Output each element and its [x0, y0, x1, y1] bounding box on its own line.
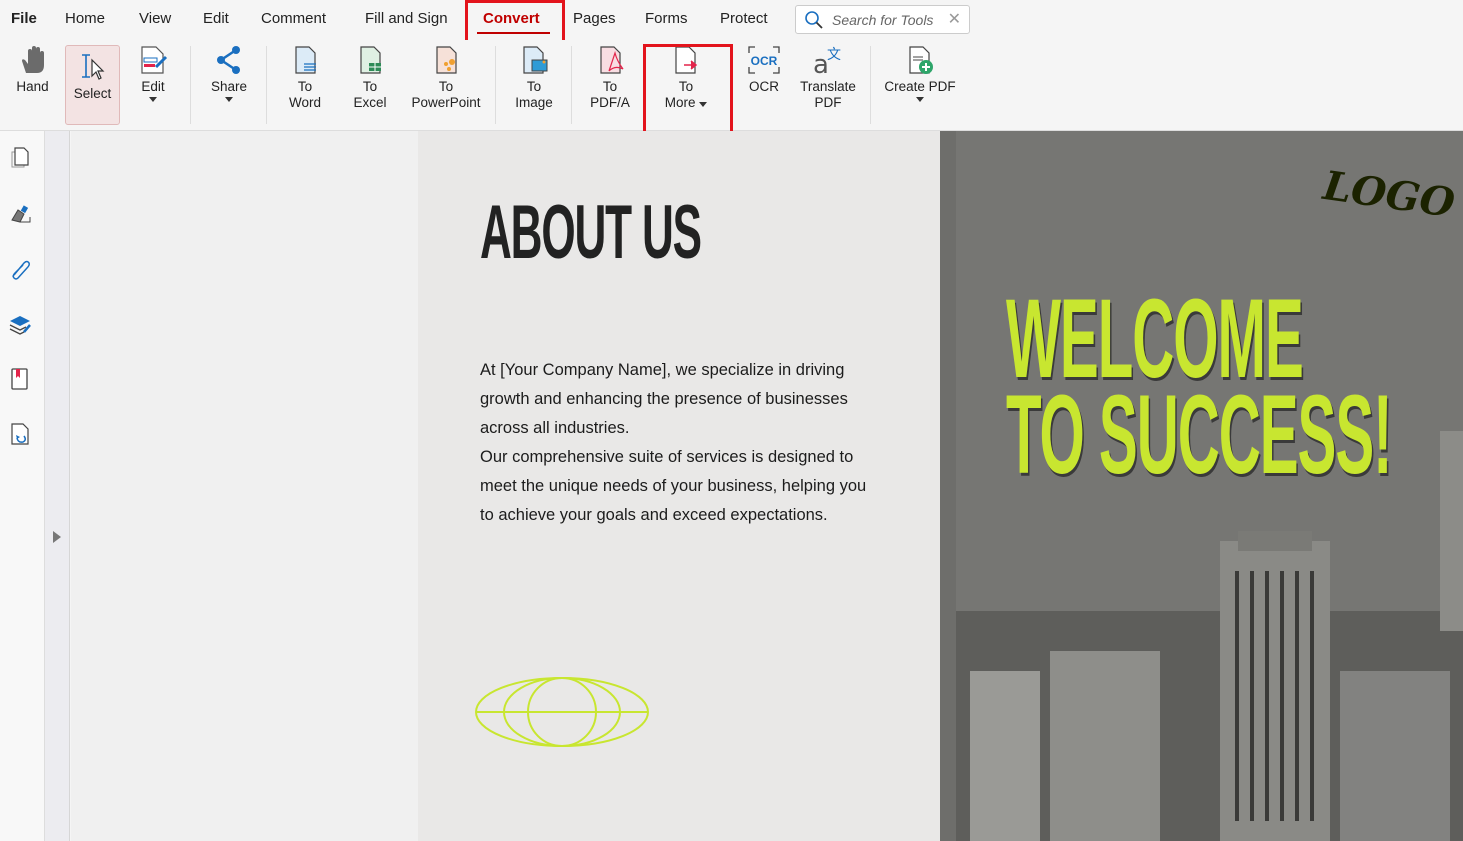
- ocr-button[interactable]: OCR OCR: [745, 45, 783, 95]
- to-word-label-1: To: [297, 79, 313, 94]
- image-doc-icon: [523, 46, 548, 74]
- create-pdf-dropdown-caret[interactable]: [916, 97, 924, 102]
- search-placeholder: Search for Tools: [832, 12, 934, 28]
- to-image-button[interactable]: To Image: [513, 45, 555, 111]
- to-excel-label-2: Excel: [353, 95, 387, 110]
- pages-icon[interactable]: [8, 146, 32, 170]
- to-excel-button[interactable]: To Excel: [350, 45, 390, 111]
- pdf-page-right-photo: LOGO WELCOME TO SUCCESS!: [940, 131, 1463, 841]
- paragraph-2: Our comprehensive suite of services is d…: [480, 448, 867, 524]
- to-image-label-2: Image: [515, 95, 553, 110]
- replace-page-icon[interactable]: [8, 422, 32, 446]
- to-pdfa-label-1: To: [602, 79, 618, 94]
- hand-icon: [21, 46, 44, 73]
- signature-icon[interactable]: [8, 202, 32, 226]
- menu-forms[interactable]: Forms: [645, 10, 688, 27]
- translate-label-1: Translate: [800, 79, 856, 94]
- svg-text:OCR: OCR: [751, 54, 778, 68]
- edit-icon: [141, 46, 168, 74]
- to-pdfa-button[interactable]: To PDF/A: [588, 45, 632, 111]
- menu-view[interactable]: View: [139, 10, 171, 27]
- search-icon: [805, 11, 823, 29]
- share-dropdown-caret[interactable]: [225, 97, 233, 102]
- left-sidebar: [0, 131, 45, 841]
- ocr-label: OCR: [749, 79, 779, 94]
- share-icon: [217, 46, 240, 74]
- divider: [495, 46, 496, 124]
- translate-icon: a文: [813, 47, 841, 75]
- to-powerpoint-button[interactable]: To PowerPoint: [410, 45, 482, 111]
- document-canvas-margin: [71, 131, 418, 841]
- page-body-text: At [Your Company Name], we specialize in…: [480, 356, 880, 530]
- to-image-label-1: To: [526, 79, 542, 94]
- menu-home[interactable]: Home: [65, 10, 105, 27]
- edit-tool-button[interactable]: Edit: [135, 45, 171, 102]
- excel-doc-icon: [360, 46, 381, 74]
- edit-dropdown-caret[interactable]: [149, 97, 157, 102]
- highlight-box-convert: [465, 0, 565, 43]
- menu-pages[interactable]: Pages: [573, 10, 616, 27]
- paragraph-1: At [Your Company Name], we specialize in…: [480, 361, 848, 437]
- to-word-label-2: Word: [288, 95, 321, 110]
- hand-label: Hand: [16, 79, 49, 94]
- menu-comment[interactable]: Comment: [261, 10, 326, 27]
- ocr-icon: OCR: [748, 46, 780, 74]
- create-pdf-icon: [909, 46, 933, 74]
- share-button[interactable]: Share: [208, 45, 250, 102]
- create-pdf-button[interactable]: Create PDF: [884, 45, 956, 102]
- clear-search-icon[interactable]: ✕: [948, 9, 961, 29]
- powerpoint-doc-icon: [436, 46, 457, 74]
- divider: [870, 46, 871, 124]
- welcome-line-2: TO SUCCESS!: [1006, 372, 1393, 497]
- menu-file[interactable]: File: [11, 10, 37, 27]
- select-tool-button[interactable]: Select: [65, 45, 120, 125]
- share-label: Share: [210, 79, 248, 94]
- to-word-button[interactable]: To Word: [285, 45, 325, 111]
- panel-collapse-strip: [45, 131, 70, 841]
- menu-edit[interactable]: Edit: [203, 10, 229, 27]
- hand-tool-button[interactable]: Hand: [10, 45, 55, 95]
- select-cursor-icon: [81, 54, 104, 80]
- to-pdfa-label-2: PDF/A: [590, 95, 630, 110]
- menu-fill-and-sign[interactable]: Fill and Sign: [365, 10, 448, 27]
- pdfa-doc-icon: [600, 46, 624, 74]
- divider: [571, 46, 572, 124]
- page-heading: ABOUT US: [480, 190, 702, 275]
- attachment-icon[interactable]: [8, 257, 32, 281]
- layers-icon[interactable]: [8, 312, 32, 336]
- create-pdf-label: Create PDF: [884, 79, 956, 94]
- pdf-page-left: ABOUT US At [Your Company Name], we spec…: [418, 131, 940, 841]
- to-ppt-label-2: PowerPoint: [411, 95, 481, 110]
- divider: [266, 46, 267, 124]
- welcome-headline: WELCOME TO SUCCESS!: [1006, 283, 1393, 491]
- translate-pdf-button[interactable]: a文 Translate PDF: [798, 45, 858, 111]
- search-tools-input[interactable]: Search for Tools ✕: [795, 5, 970, 34]
- svg-text:文: 文: [827, 47, 841, 63]
- highlight-box-to-more: [643, 44, 733, 141]
- divider: [190, 46, 191, 124]
- bookmark-icon[interactable]: [8, 367, 32, 391]
- edit-label: Edit: [141, 79, 165, 94]
- translate-label-2: PDF: [814, 95, 842, 110]
- expand-panel-arrow-icon[interactable]: [52, 530, 62, 544]
- to-excel-label-1: To: [362, 79, 378, 94]
- menu-protect[interactable]: Protect: [720, 10, 768, 27]
- word-doc-icon: [295, 46, 316, 74]
- to-ppt-label-1: To: [438, 79, 454, 94]
- select-label: Select: [73, 86, 112, 101]
- menu-bar: File Home View Edit Comment Fill and Sig…: [0, 0, 1463, 43]
- globe-graphic: [475, 677, 649, 747]
